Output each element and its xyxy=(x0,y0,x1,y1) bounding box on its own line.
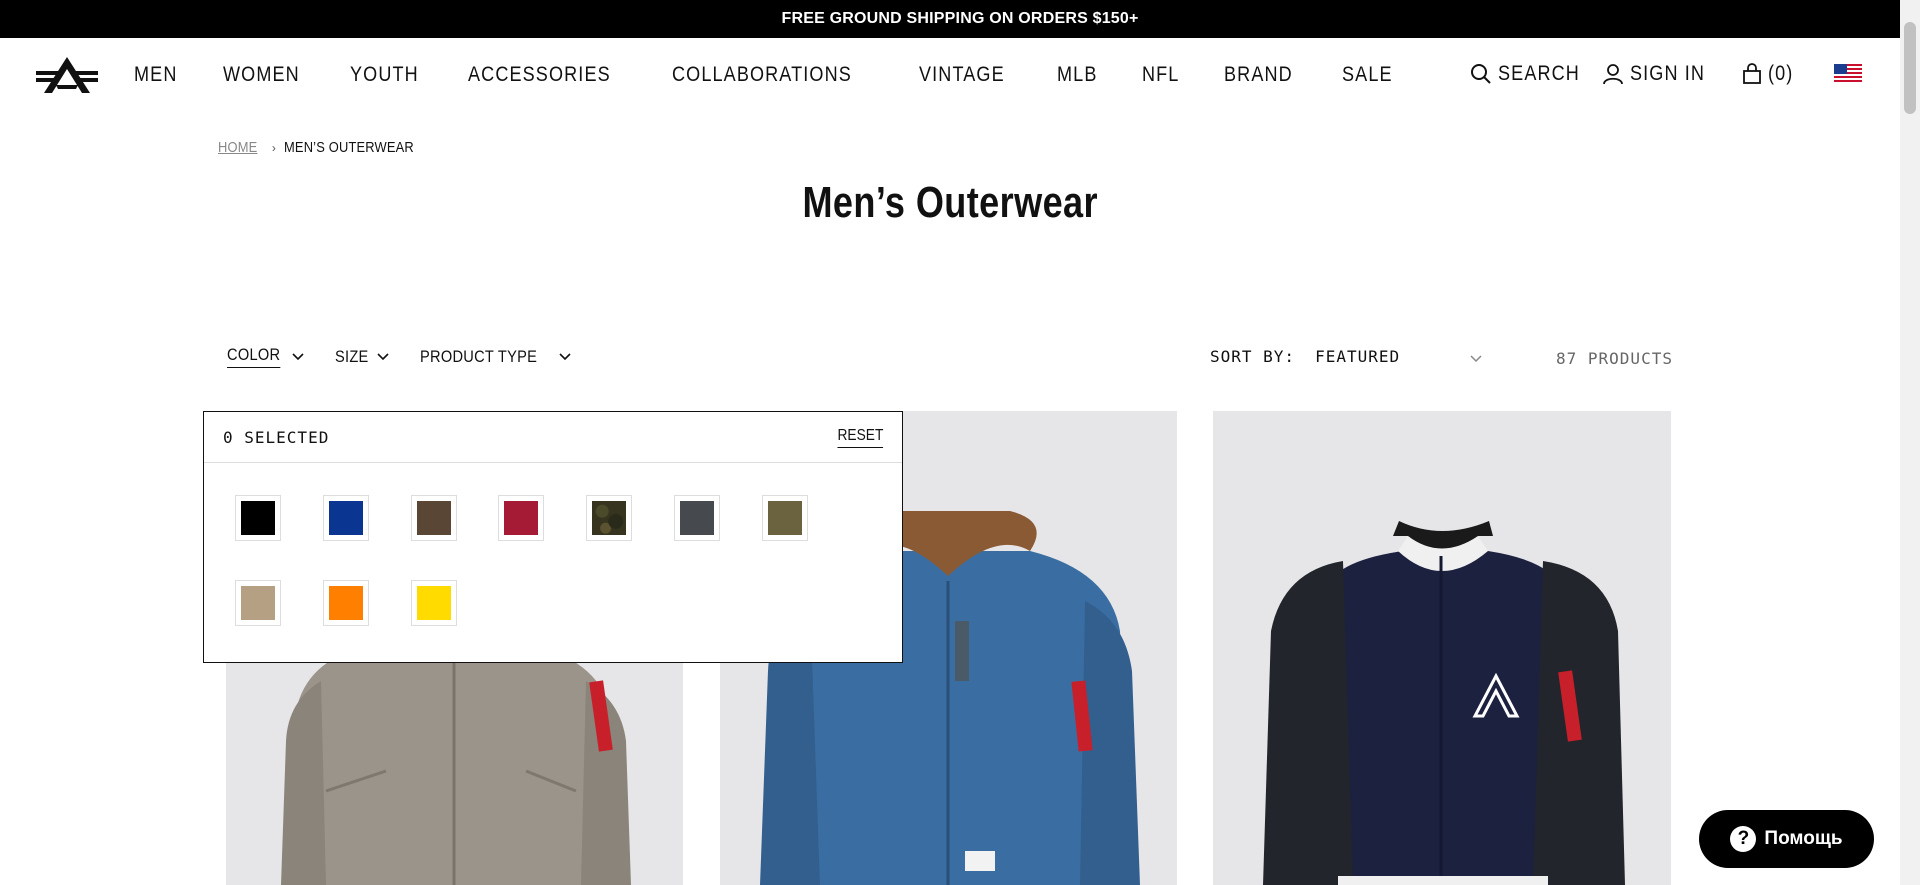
swatch-yellow[interactable] xyxy=(411,580,457,626)
breadcrumb-current: MEN’S OUTERWEAR xyxy=(284,139,414,156)
color-filter[interactable]: COLOR xyxy=(227,345,305,368)
chevron-down-icon[interactable] xyxy=(1468,351,1484,367)
nav-youth[interactable]: YOUTH xyxy=(350,63,419,87)
page-scrollbar[interactable] xyxy=(1900,0,1920,885)
nav-brand[interactable]: BRAND xyxy=(1224,63,1293,87)
reset-button[interactable]: RESET xyxy=(837,427,883,448)
search-icon xyxy=(1471,64,1491,84)
swatch-color xyxy=(768,501,802,535)
swatch-tan[interactable] xyxy=(235,580,281,626)
product-type-filter-label: PRODUCT TYPE xyxy=(419,346,538,366)
search-button[interactable]: SEARCH xyxy=(1470,62,1593,86)
cart-count: (0) xyxy=(1768,62,1794,85)
help-icon: ? xyxy=(1730,826,1757,852)
product-count: 87 PRODUCTS xyxy=(1556,349,1673,368)
bag-icon xyxy=(1743,63,1761,84)
cart-button[interactable]: (0) xyxy=(1742,62,1798,86)
chevron-down-icon xyxy=(377,352,389,360)
swatch-color xyxy=(417,501,451,535)
page-title: Men’s Outerwear xyxy=(802,178,1098,227)
sort-select[interactable]: FEATURED xyxy=(1315,347,1483,366)
product-card[interactable] xyxy=(1213,411,1671,885)
promo-text: FREE GROUND SHIPPING ON ORDERS $150+ xyxy=(781,10,1139,27)
help-button[interactable]: ? Помощь xyxy=(1699,810,1874,868)
breadcrumb: HOME › MEN’S OUTERWEAR xyxy=(218,139,435,156)
sign-in-button[interactable]: SIGN IN xyxy=(1602,62,1717,86)
search-label: SEARCH xyxy=(1498,62,1580,85)
swatch-olive[interactable] xyxy=(762,495,808,541)
swatch-color xyxy=(680,501,714,535)
swatch-camo[interactable] xyxy=(586,495,632,541)
nav-women[interactable]: WOMEN xyxy=(223,63,300,87)
size-filter-label: SIZE xyxy=(334,346,369,366)
main-nav: MEN WOMEN YOUTH ACCESSORIES COLLABORATIO… xyxy=(134,38,1438,112)
nav-men[interactable]: MEN xyxy=(134,63,177,87)
swatch-color xyxy=(329,586,363,620)
swatch-red[interactable] xyxy=(498,495,544,541)
swatch-color xyxy=(329,501,363,535)
site-header: MEN WOMEN YOUTH ACCESSORIES COLLABORATIO… xyxy=(0,38,1900,112)
swatch-color xyxy=(241,586,275,620)
nav-collaborations[interactable]: COLLABORATIONS xyxy=(672,63,852,87)
us-flag-icon[interactable] xyxy=(1834,64,1862,82)
promo-banner: FREE GROUND SHIPPING ON ORDERS $150+ xyxy=(0,0,1920,38)
swatch-orange[interactable] xyxy=(323,580,369,626)
swatch-color xyxy=(592,501,626,535)
sort-control: SORT BY: FEATURED xyxy=(1210,347,1483,366)
user-icon xyxy=(1603,64,1623,85)
chevron-down-icon xyxy=(292,352,304,360)
swatch-brown[interactable] xyxy=(411,495,457,541)
color-filter-dropdown: 0 SELECTED RESET xyxy=(203,411,903,663)
nav-vintage[interactable]: VINTAGE xyxy=(919,63,1005,87)
dropdown-header: 0 SELECTED RESET xyxy=(204,412,902,463)
swatch-grey[interactable] xyxy=(674,495,720,541)
sort-label: SORT BY: xyxy=(1210,347,1296,366)
chevron-down-icon xyxy=(559,352,571,360)
nav-sale[interactable]: SALE xyxy=(1342,63,1393,87)
scrollbar-thumb[interactable] xyxy=(1904,22,1916,114)
product-image xyxy=(1263,521,1625,885)
size-filter[interactable]: SIZE xyxy=(335,345,390,368)
swatch-color xyxy=(504,501,538,535)
filter-bar: COLOR SIZE PRODUCT TYPE xyxy=(227,345,602,368)
color-filter-label: COLOR xyxy=(227,345,281,368)
swatch-black[interactable] xyxy=(235,495,281,541)
breadcrumb-home[interactable]: HOME xyxy=(218,139,257,156)
swatch-blue[interactable] xyxy=(323,495,369,541)
alpha-logo-icon[interactable] xyxy=(36,55,98,95)
selected-count: 0 SELECTED xyxy=(223,427,330,447)
swatch-color xyxy=(417,586,451,620)
nav-nfl[interactable]: NFL xyxy=(1142,63,1179,87)
help-label: Помощь xyxy=(1764,828,1843,849)
nav-accessories[interactable]: ACCESSORIES xyxy=(468,63,611,87)
breadcrumb-separator: › xyxy=(271,140,277,155)
swatch-color xyxy=(241,501,275,535)
nav-mlb[interactable]: MLB xyxy=(1057,63,1098,87)
product-type-filter[interactable]: PRODUCT TYPE xyxy=(420,345,572,368)
sign-in-label: SIGN IN xyxy=(1630,62,1706,85)
